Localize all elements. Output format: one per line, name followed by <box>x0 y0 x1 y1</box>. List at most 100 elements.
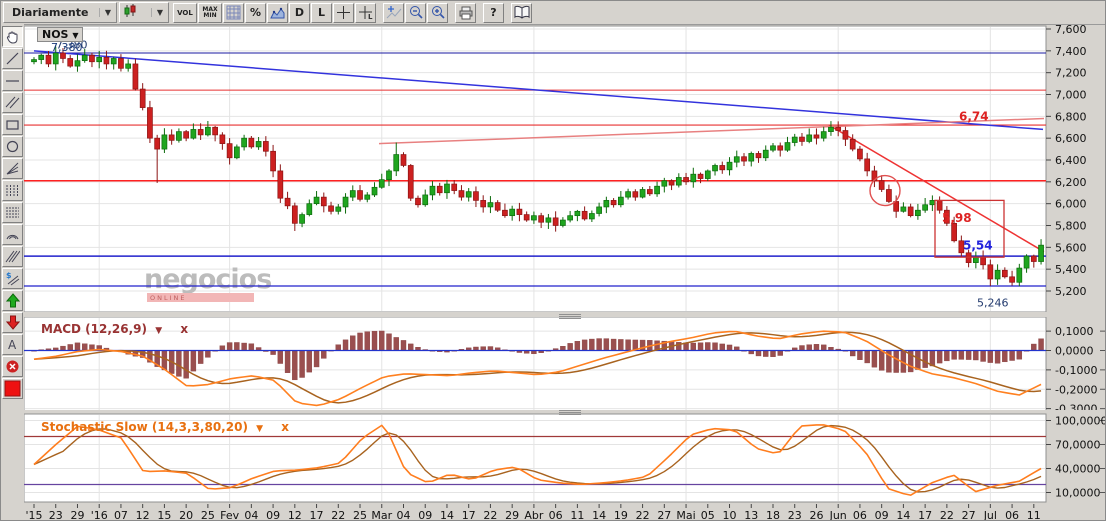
arrow-down-marker-tool[interactable] <box>2 312 23 333</box>
panel-splitter[interactable] <box>24 312 1106 317</box>
macd-close-button[interactable]: x <box>180 322 188 336</box>
date-axis-label: 14 <box>440 509 454 521</box>
chevron-down-icon[interactable]: ▼ <box>256 424 263 434</box>
zoom-in-icon <box>430 5 446 20</box>
price-lines-icon: $ <box>5 271 20 286</box>
cross-icon <box>336 5 351 20</box>
trend-line-tool[interactable] <box>2 48 23 69</box>
stochastic-axis-label: 100,0000 <box>1055 415 1106 428</box>
date-axis-label: 09 <box>875 509 889 521</box>
arrow-up-icon <box>6 293 20 308</box>
macd-axis-label: 0,0000 <box>1055 345 1094 358</box>
date-axis-label: 17 <box>310 509 324 521</box>
candlestick-icon <box>120 4 151 21</box>
zoom-out-button[interactable] <box>405 3 426 23</box>
splitter-grip-icon[interactable] <box>559 313 581 317</box>
drawing-tools-sidebar: $A <box>1 24 24 521</box>
arrow-up-marker-tool[interactable] <box>2 290 23 311</box>
date-axis-label: 06 <box>853 509 867 521</box>
date-axis-label: 26 <box>809 509 823 521</box>
top-toolbar: Diariamente ▼ ▼ VOLMAXMIN%DLL? <box>1 1 1106 25</box>
watermark: negociosONLINE <box>144 264 271 302</box>
horizontal-grid-tool[interactable] <box>2 202 23 223</box>
macd-panel-title: MACD (12,26,9) ▼ x <box>41 322 188 336</box>
max-min-button[interactable]: MAXMIN <box>198 3 222 23</box>
rectangle-tool[interactable] <box>2 114 23 135</box>
gann-fan-tool[interactable] <box>2 158 23 179</box>
speed-icon <box>5 249 20 264</box>
stochastic-panel-title: Stochastic Slow (14,3,3,80,20) ▼ x <box>41 420 289 434</box>
print-button[interactable] <box>455 3 476 23</box>
chevron-down-icon[interactable]: ▼ <box>151 8 168 17</box>
arcs-icon <box>5 227 20 242</box>
macd-title-text: MACD (12,26,9) <box>41 322 147 336</box>
area-chart-button[interactable] <box>267 3 288 23</box>
date-axis-label: 17 <box>918 509 932 521</box>
cross-cursor-button[interactable] <box>333 3 354 23</box>
price-axis-label: 6,400 <box>1055 154 1087 167</box>
parallel-lines-tool[interactable] <box>2 92 23 113</box>
date-axis-label: 06 <box>1005 509 1019 521</box>
panel-splitter[interactable] <box>24 410 1106 413</box>
date-axis-label: 11 <box>1027 509 1041 521</box>
chevron-down-icon[interactable]: ▼ <box>99 8 116 17</box>
speed-lines-tool[interactable] <box>2 246 23 267</box>
date-axis-label: 07 <box>114 509 128 521</box>
fan-icon <box>5 161 20 176</box>
crosshair-button[interactable]: L <box>355 3 376 23</box>
horizontal-line-tool[interactable] <box>2 70 23 91</box>
date-axis-label: 14 <box>592 509 606 521</box>
volume-button[interactable]: VOL <box>173 3 197 23</box>
line-chart-button[interactable]: L <box>311 3 332 23</box>
date-axis-label: 29 <box>70 509 84 521</box>
ellipse-tool[interactable] <box>2 136 23 157</box>
ellipse-icon <box>5 139 20 154</box>
price-axis-label: 6,600 <box>1055 132 1087 145</box>
chevron-down-icon[interactable]: ▼ <box>155 326 162 336</box>
splitter-grip-icon[interactable] <box>559 409 581 413</box>
date-axis-label: 27 <box>962 509 976 521</box>
date-axis-label: 09 <box>418 509 432 521</box>
fibonacci-arcs-tool[interactable] <box>2 224 23 245</box>
chart-type-dropdown[interactable]: ▼ <box>119 2 169 23</box>
book-button[interactable] <box>511 3 532 23</box>
period-dropdown[interactable]: Diariamente ▼ <box>3 2 117 23</box>
instrument-selector[interactable]: NOS ▼ <box>37 27 83 42</box>
text-icon: A <box>5 337 20 352</box>
time-axis[interactable]: '152329'160712152025Fev040912172225Mar04… <box>24 504 1106 521</box>
price-lines-tool[interactable]: $ <box>2 268 23 289</box>
date-axis-label: 22 <box>940 509 954 521</box>
main-price-chart[interactable]: negociosONLINE7,3806,745,985,545,2467,60… <box>24 25 1106 313</box>
grid-button[interactable] <box>223 3 244 23</box>
vertical-grid-tool[interactable] <box>2 180 23 201</box>
percent-button[interactable]: % <box>245 3 266 23</box>
price-axis-label: 7,600 <box>1055 25 1087 36</box>
date-axis-label: 12 <box>288 509 302 521</box>
zoom-in-button[interactable] <box>427 3 448 23</box>
price-axis-label: 6,000 <box>1055 198 1087 211</box>
pan-hand-tool[interactable] <box>2 26 23 47</box>
date-axis-label: 23 <box>49 509 63 521</box>
trendline-tool-button[interactable] <box>383 3 404 23</box>
date-axis-label: 19 <box>614 509 628 521</box>
price-axis-label: 5,800 <box>1055 220 1087 233</box>
delete-icon <box>5 359 20 374</box>
rect-icon <box>5 117 20 132</box>
price-axis-label: 6,800 <box>1055 110 1087 123</box>
delete-tool[interactable] <box>2 356 23 377</box>
hand-icon <box>5 29 21 45</box>
arrow-down-icon <box>6 315 20 330</box>
text-tool[interactable]: A <box>2 334 23 355</box>
date-axis-label: 15 <box>157 509 171 521</box>
color-icon <box>4 380 21 397</box>
color-picker-swatch[interactable] <box>2 378 23 399</box>
date-axis-label: Mai <box>676 509 695 521</box>
date-axis-label: 25 <box>353 509 367 521</box>
chevron-down-icon[interactable]: ▼ <box>72 31 78 40</box>
stochastic-axis-label: 70,0000 <box>1055 439 1101 452</box>
help-button[interactable]: ? <box>483 3 504 23</box>
toolbar-button-group: VOLMAXMIN%DLL? <box>172 3 532 23</box>
daily-button[interactable]: D <box>289 3 310 23</box>
date-axis-label: 13 <box>744 509 758 521</box>
stochastic-close-button[interactable]: x <box>281 420 289 434</box>
